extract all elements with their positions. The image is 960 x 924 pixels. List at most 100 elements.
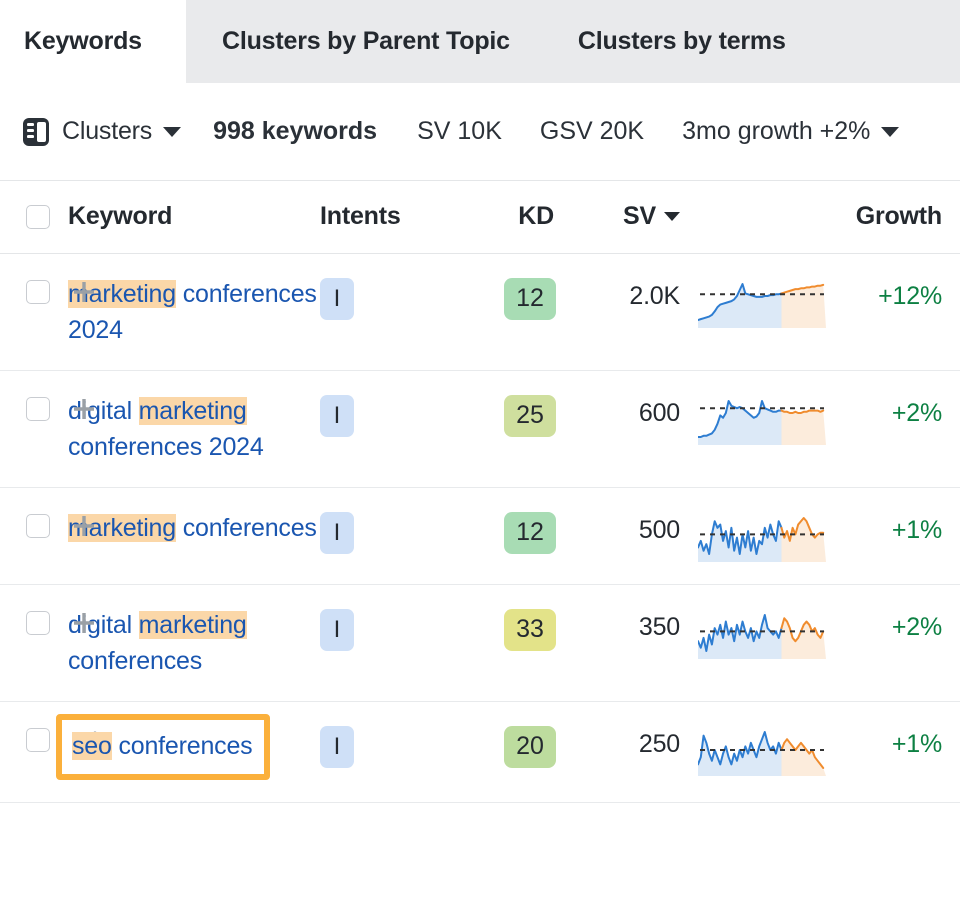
row-select-cell (0, 487, 94, 584)
intents-cell: I (320, 584, 490, 701)
keyword-cell: marketing conferences (68, 487, 320, 584)
intent-badge[interactable]: I (320, 277, 354, 320)
growth-cell: +1% (891, 515, 942, 544)
column-header-keyword[interactable]: Keyword (68, 181, 320, 254)
tab-bar: Keywords Clusters by Parent Topic Cluste… (0, 0, 960, 83)
tab-clusters-by-parent-topic[interactable]: Clusters by Parent Topic (186, 0, 510, 83)
table-header-row: Keyword Intents KD SV Growth (0, 181, 960, 254)
trend-cell (680, 701, 850, 802)
plus-icon[interactable] (70, 512, 98, 540)
gsv-filter-label: GSV 20K (539, 117, 645, 145)
row-select-cell (0, 253, 94, 370)
tab-clusters-by-terms-label: Clusters by terms (577, 27, 786, 55)
row-checkbox[interactable] (26, 610, 50, 635)
row-expand-toggle[interactable] (70, 512, 98, 540)
trend-sparkline (698, 512, 826, 562)
keyword-text: conferences 2024 (68, 432, 264, 461)
row-expand-toggle[interactable] (70, 609, 98, 637)
kd-badge: 20 (504, 725, 556, 768)
sort-descending-icon[interactable] (664, 212, 680, 222)
column-header-intents[interactable]: Intents (320, 181, 490, 254)
keyword-link[interactable]: seo conferences (72, 731, 253, 760)
tab-clusters-by-parent-topic-label: Clusters by Parent Topic (222, 27, 510, 55)
kd-badge: 33 (504, 608, 556, 651)
plus-icon[interactable] (70, 395, 98, 423)
tab-keywords[interactable]: Keywords (0, 0, 186, 83)
column-header-sv-label: SV (623, 202, 656, 231)
plus-icon[interactable] (70, 278, 98, 306)
growth-cell: +2% (891, 612, 942, 641)
column-header-growth-label: Growth (855, 202, 942, 231)
sv-cell: 2.0K (629, 281, 680, 310)
sv-filter[interactable]: SV 10K (417, 117, 502, 146)
row-select-cell (0, 370, 94, 487)
kd-badge: 25 (504, 394, 556, 437)
trend-sparkline (698, 726, 826, 776)
table-row[interactable]: digital marketing conferences 2024 I 25 … (0, 370, 960, 487)
highlighted-keyword-box: seo conferences (56, 713, 271, 780)
intent-badge[interactable]: I (320, 725, 354, 768)
row-select-cell (0, 584, 94, 701)
intent-badge[interactable]: I (320, 394, 354, 437)
growth-filter-label: 3mo growth +2% (682, 117, 871, 145)
gsv-filter[interactable]: GSV 20K (540, 117, 644, 146)
chevron-down-icon (881, 126, 900, 137)
plus-icon[interactable] (70, 609, 98, 637)
table-row[interactable]: marketing conferences 2024 I 12 2.0K +12… (0, 253, 960, 370)
keywords-table: Keyword Intents KD SV Growth marketing c… (0, 181, 960, 803)
keyword-highlight: marketing (138, 610, 247, 639)
kd-cell: 12 (490, 487, 572, 584)
keyword-cell: digital marketing conferences 2024 (68, 370, 320, 487)
tab-keywords-label: Keywords (24, 27, 142, 55)
trend-cell (680, 584, 850, 701)
kd-badge: 12 (504, 511, 556, 554)
tab-clusters-by-terms[interactable]: Clusters by terms (510, 0, 786, 83)
sv-filter-label: SV 10K (417, 117, 502, 145)
keyword-text: conferences (68, 646, 202, 675)
growth-filter-dropdown[interactable]: 3mo growth +2% (682, 117, 900, 146)
keyword-link[interactable]: marketing conferences (68, 513, 317, 542)
filter-toolbar: Clusters 998 keywords SV 10K GSV 20K 3mo… (0, 83, 960, 181)
keyword-text: conferences (111, 731, 253, 760)
table-row[interactable]: seo conferences I 20 250 +1% (0, 701, 960, 802)
row-expand-toggle[interactable] (70, 395, 98, 423)
column-header-sv[interactable]: SV (572, 181, 680, 254)
trend-sparkline (698, 395, 826, 445)
clusters-dropdown-label: Clusters (62, 117, 153, 145)
row-checkbox[interactable] (26, 727, 50, 752)
column-header-kd-label: KD (518, 202, 554, 231)
keyword-text: conferences (175, 513, 317, 542)
table-row[interactable]: digital marketing conferences I 33 350 +… (0, 584, 960, 701)
kd-cell: 33 (490, 584, 572, 701)
keyword-cell: seo conferences (56, 701, 320, 802)
column-header-kd[interactable]: KD (490, 181, 572, 254)
trend-cell (680, 487, 850, 584)
sv-cell: 250 (638, 729, 680, 758)
panel-layout-icon (23, 117, 49, 146)
trend-cell (680, 370, 850, 487)
intent-badge[interactable]: I (320, 511, 354, 554)
keyword-link[interactable]: marketing conferences 2024 (68, 279, 317, 344)
column-header-keyword-label: Keyword (68, 202, 173, 231)
intents-cell: I (320, 370, 490, 487)
column-header-intents-label: Intents (320, 202, 401, 231)
sv-cell: 350 (638, 612, 680, 641)
keyword-highlight: seo (72, 731, 112, 760)
select-all-checkbox[interactable] (26, 204, 50, 229)
intents-cell: I (320, 253, 490, 370)
clusters-dropdown[interactable]: Clusters (22, 117, 182, 147)
table-row[interactable]: marketing conferences I 12 500 +1% (0, 487, 960, 584)
row-expand-toggle[interactable] (70, 278, 98, 306)
growth-cell: +2% (891, 398, 942, 427)
growth-cell: +12% (878, 281, 942, 310)
row-checkbox[interactable] (26, 279, 50, 304)
row-checkbox[interactable] (26, 513, 50, 538)
kd-cell: 25 (490, 370, 572, 487)
sv-cell: 600 (638, 398, 680, 427)
keyword-cell: digital marketing conferences (68, 584, 320, 701)
intent-badge[interactable]: I (320, 608, 354, 651)
sv-cell: 500 (638, 515, 680, 544)
keywords-count-label: 998 keywords (213, 117, 378, 145)
column-header-growth[interactable]: Growth (850, 181, 960, 254)
row-checkbox[interactable] (26, 396, 50, 421)
